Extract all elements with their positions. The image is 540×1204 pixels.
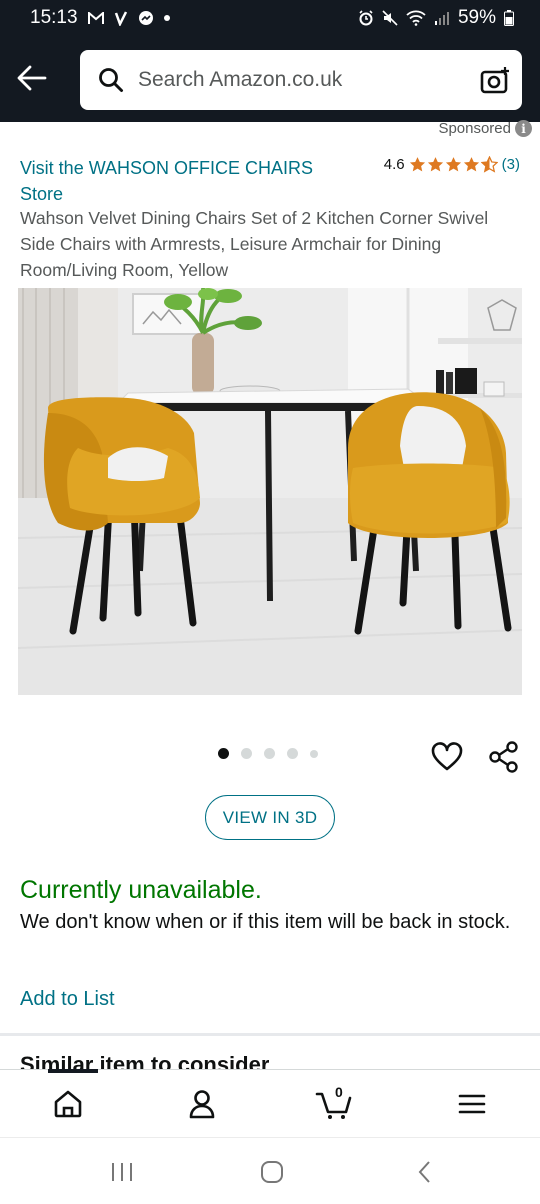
wifi-icon	[406, 10, 426, 26]
cart-count: 0	[335, 1084, 343, 1100]
carousel-dot[interactable]	[264, 748, 275, 759]
carousel-dot[interactable]	[310, 749, 318, 758]
section-divider	[0, 1033, 540, 1036]
nav-active-indicator	[48, 1069, 98, 1073]
camera-search-icon[interactable]	[480, 66, 510, 96]
v-app-icon	[114, 10, 128, 26]
search-bar[interactable]	[80, 50, 522, 110]
messenger-icon	[138, 10, 154, 26]
back-arrow-icon	[17, 65, 47, 91]
chairs-photo	[18, 288, 522, 695]
star-full-icon	[409, 157, 425, 172]
status-bar: 15:13 59%	[0, 0, 540, 36]
star-full-icon	[445, 157, 461, 172]
battery-icon	[504, 10, 514, 26]
add-to-list-link[interactable]: Add to List	[20, 988, 115, 1011]
system-navigation	[0, 1137, 540, 1204]
product-title: Wahson Velvet Dining Chairs Set of 2 Kit…	[20, 208, 489, 280]
view-in-3d-button[interactable]: VIEW IN 3D	[205, 795, 335, 840]
carousel-dot[interactable]	[218, 748, 229, 759]
system-home-icon	[261, 1161, 283, 1183]
wishlist-heart-icon[interactable]	[430, 740, 464, 774]
similar-items-heading: Similar item to consider	[20, 1052, 270, 1070]
carousel-dot[interactable]	[287, 748, 298, 759]
system-home-button[interactable]	[257, 1158, 287, 1186]
mute-icon	[382, 10, 398, 26]
status-time: 15:13	[30, 7, 78, 28]
info-icon: i	[515, 120, 532, 137]
availability-detail: We don't know when or if this item will …	[20, 911, 511, 933]
nav-menu[interactable]	[452, 1084, 492, 1124]
system-back-button[interactable]	[410, 1158, 440, 1186]
rating-summary[interactable]: 4.6 (3)	[384, 156, 520, 173]
product-image[interactable]	[18, 288, 522, 695]
image-carousel-dots	[218, 748, 318, 759]
recent-apps-button[interactable]	[107, 1158, 137, 1186]
home-icon	[54, 1090, 82, 1118]
recent-apps-icon	[112, 1163, 132, 1181]
alarm-icon	[358, 10, 374, 26]
app-header	[0, 36, 540, 122]
search-input[interactable]	[138, 68, 458, 92]
gmail-icon	[87, 11, 104, 25]
nav-cart[interactable]: 0	[315, 1084, 355, 1124]
nav-account[interactable]	[182, 1084, 222, 1124]
sponsored-text: Sponsored	[438, 120, 511, 137]
notification-dot-icon	[163, 15, 170, 21]
star-full-icon	[427, 157, 443, 172]
rating-count: (3)	[501, 156, 520, 173]
availability-status: Currently unavailable.	[20, 876, 262, 904]
star-full-icon	[463, 157, 479, 172]
search-icon	[98, 67, 124, 93]
nav-home[interactable]	[48, 1084, 88, 1124]
back-button[interactable]	[14, 60, 50, 96]
carousel-dot[interactable]	[241, 748, 252, 759]
signal-icon	[434, 11, 450, 25]
bottom-navigation: 0	[0, 1069, 540, 1137]
sponsored-label[interactable]: Sponsored i	[438, 120, 532, 137]
share-icon[interactable]	[487, 740, 521, 774]
account-icon	[189, 1090, 215, 1119]
rating-stars	[409, 156, 498, 173]
system-back-icon	[418, 1161, 430, 1183]
menu-icon	[458, 1094, 486, 1114]
store-link[interactable]: Visit the WAHSON OFFICE CHAIRS Store	[20, 155, 350, 207]
rating-value: 4.6	[383, 156, 405, 173]
star-half-icon	[480, 156, 498, 173]
battery-percent: 59%	[457, 7, 496, 28]
